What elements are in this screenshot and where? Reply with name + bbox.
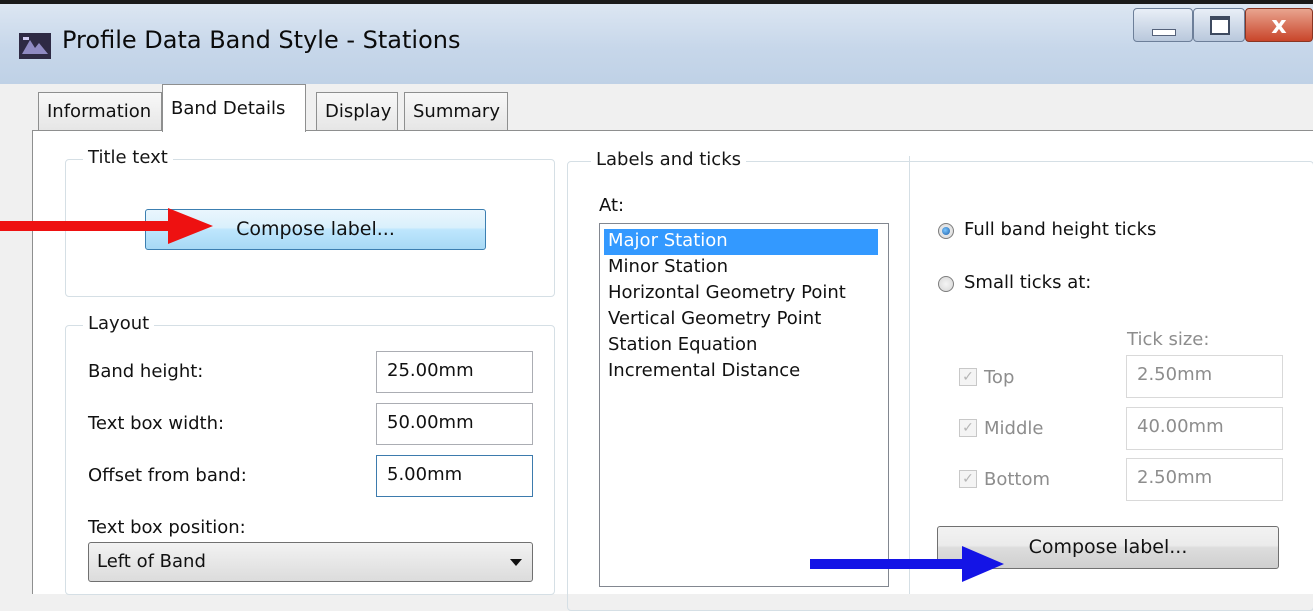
app-icon [19,33,51,59]
tab-information[interactable]: Information [38,92,162,130]
bottom-checkbox[interactable]: ✓ [959,470,977,488]
close-icon: x [1271,11,1287,39]
list-item-incremental-distance[interactable]: Incremental Distance [604,359,800,385]
tab-band-details[interactable]: Band Details [162,84,306,132]
full-band-height-label: Full band height ticks [964,219,1157,240]
full-band-height-radio[interactable] [938,223,954,239]
small-ticks-radio[interactable] [938,276,954,292]
list-item-station-equation[interactable]: Station Equation [604,333,757,359]
top-label: Top [984,367,1015,388]
text-box-width-field[interactable]: 50.00mm [376,403,533,445]
tick-size-label: Tick size: [1127,329,1210,350]
tab-display[interactable]: Display [316,92,398,130]
bottom-label: Bottom [984,469,1051,490]
window-title: Profile Data Band Style - Stations [62,26,461,54]
at-label: At: [599,195,625,216]
chevron-down-icon [510,559,522,566]
list-item-horizontal-geometry-point[interactable]: Horizontal Geometry Point [604,281,846,307]
list-item-vertical-geometry-point[interactable]: Vertical Geometry Point [604,307,821,333]
tab-content-panel: Title text Compose label... Layout Band … [32,130,1313,611]
maximize-button[interactable] [1193,8,1245,42]
offset-from-band-label: Offset from band: [88,465,247,486]
panel-divider [909,156,910,594]
text-box-position-select[interactable]: Left of Band [88,542,533,582]
text-box-position-label: Text box position: [88,517,246,538]
offset-from-band-field[interactable]: 5.00mm [376,455,533,497]
maximize-icon [1210,16,1230,35]
tab-summary[interactable]: Summary [404,92,508,130]
top-checkbox[interactable]: ✓ [959,368,977,386]
small-ticks-label: Small ticks at: [964,272,1092,293]
minimize-button[interactable] [1133,8,1193,42]
layout-group-label: Layout [83,313,155,334]
text-box-width-label: Text box width: [88,413,225,434]
text-box-position-value: Left of Band [97,551,206,572]
list-item-major-station[interactable]: Major Station [604,229,878,255]
middle-checkbox[interactable]: ✓ [959,419,977,437]
middle-tick-size-field[interactable]: 40.00mm [1126,407,1283,450]
close-button[interactable]: x [1245,8,1313,42]
title-text-group-label: Title text [83,147,173,168]
band-height-label: Band height: [88,361,204,382]
minimize-icon [1152,29,1176,36]
labels-and-ticks-group-label: Labels and ticks [591,149,747,170]
blue-arrow-icon [810,546,1004,582]
top-tick-size-field[interactable]: 2.50mm [1126,355,1283,398]
red-arrow-icon [0,208,213,244]
tick-location-list[interactable]: Major Station Minor Station Horizontal G… [599,223,889,587]
middle-label: Middle [984,418,1044,439]
bottom-tick-size-field[interactable]: 2.50mm [1126,458,1283,501]
band-height-field[interactable]: 25.00mm [376,351,533,393]
list-item-minor-station[interactable]: Minor Station [604,255,728,281]
